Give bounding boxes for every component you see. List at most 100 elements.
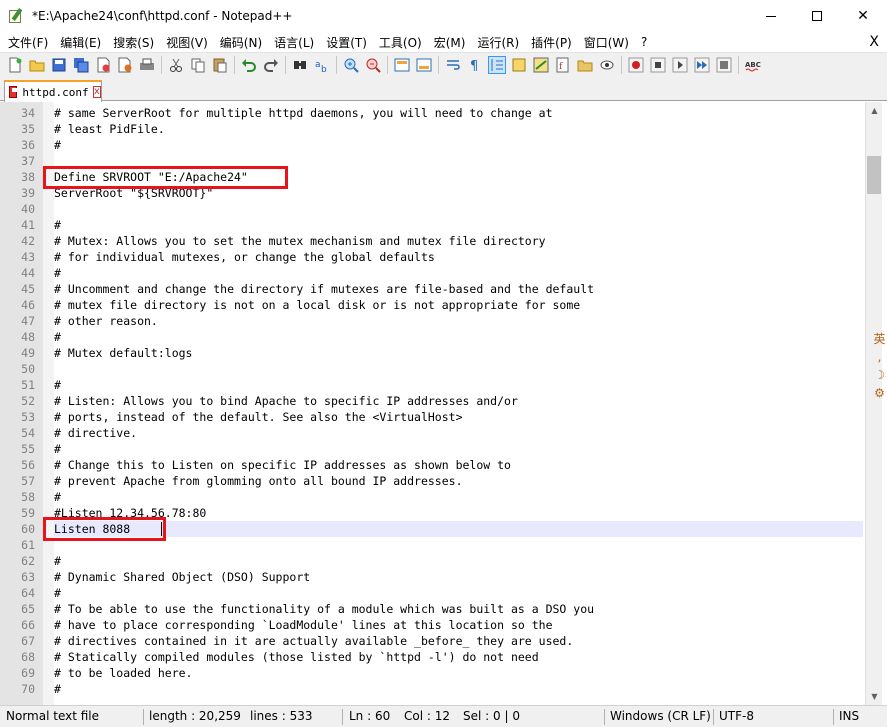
code-line[interactable]: # mutex file directory is not on a local… [54, 297, 580, 313]
code-line[interactable]: # [54, 265, 61, 281]
close-file-icon[interactable] [95, 57, 111, 73]
find-icon[interactable] [292, 57, 308, 73]
line-number: 44 [21, 266, 35, 280]
code-line[interactable]: # Dynamic Shared Object (DSO) Support [54, 569, 310, 585]
toolbar-separator [738, 55, 739, 74]
redo-icon[interactable] [263, 57, 279, 73]
code-line[interactable]: # Statically compiled modules (those lis… [54, 649, 539, 665]
doc-map-icon[interactable] [533, 57, 549, 73]
sync-vertical-icon[interactable] [394, 57, 410, 73]
sync-horizontal-icon[interactable] [416, 57, 432, 73]
save-all-icon[interactable] [73, 57, 89, 73]
show-all-chars-icon[interactable]: ¶ [467, 57, 483, 73]
code-line[interactable]: # prevent Apache from glomming onto all … [54, 473, 463, 489]
code-line[interactable]: # [54, 585, 61, 601]
code-line[interactable]: # [54, 553, 61, 569]
code-line[interactable]: # To be able to use the functionality of… [54, 601, 594, 617]
code-line[interactable]: # directive. [54, 425, 137, 441]
close-button[interactable]: ✕ [840, 0, 886, 32]
vertical-scrollbar[interactable]: ▲ ▼ [865, 102, 882, 705]
line-number: 41 [21, 218, 35, 232]
code-line[interactable]: # Uncomment and change the directory if … [54, 281, 594, 297]
status-divider [143, 709, 144, 725]
code-line[interactable]: # [54, 217, 61, 233]
menu-view[interactable]: 视图(V) [162, 34, 212, 51]
code-line[interactable]: # other reason. [54, 313, 158, 329]
word-wrap-icon[interactable] [445, 57, 461, 73]
indent-guide-icon[interactable] [488, 55, 506, 74]
code-line[interactable]: # Listen: Allows you to bind Apache to s… [54, 393, 518, 409]
code-line[interactable]: # least PidFile. [54, 121, 165, 137]
scroll-thumb[interactable] [867, 156, 881, 194]
code-line[interactable]: # [54, 377, 61, 393]
line-number: 66 [21, 618, 35, 632]
line-number: 48 [21, 330, 35, 344]
spell-check-icon[interactable]: ABC [745, 57, 761, 73]
menu-tools[interactable]: 工具(O) [375, 34, 426, 51]
line-number: 49 [21, 346, 35, 360]
menu-bar: 文件(F) 编辑(E) 搜索(S) 视图(V) 编码(N) 语言(L) 设置(T… [0, 32, 887, 52]
code-line[interactable]: # [54, 329, 61, 345]
zoom-in-icon[interactable] [343, 57, 359, 73]
code-line[interactable]: # for individual mutexes, or change the … [54, 249, 435, 265]
stop-macro-icon[interactable] [650, 57, 666, 73]
line-number: 58 [21, 490, 35, 504]
ime-toolbar[interactable]: 英 , ☽ ⚙ [872, 330, 887, 400]
menu-plugins[interactable]: 插件(P) [527, 34, 576, 51]
undo-icon[interactable] [241, 57, 257, 73]
code-line[interactable]: # ports, instead of the default. See als… [54, 409, 463, 425]
code-line[interactable]: # directives contained in it are actuall… [54, 633, 573, 649]
text-area[interactable]: # same ServerRoot for multiple httpd dae… [54, 102, 865, 705]
menu-search[interactable]: 搜索(S) [109, 34, 158, 51]
menu-window[interactable]: 窗口(W) [580, 34, 633, 51]
zoom-out-icon[interactable] [365, 57, 381, 73]
code-line[interactable]: # [54, 681, 61, 697]
save-icon[interactable] [51, 57, 67, 73]
line-number: 56 [21, 458, 35, 472]
run-macro-multiple-icon[interactable] [694, 57, 710, 73]
menu-edit[interactable]: 编辑(E) [56, 34, 105, 51]
minimize-button[interactable] [748, 0, 794, 32]
menu-help[interactable]: ? [637, 35, 651, 49]
editor[interactable]: 34 35 36 37 38 39 40 41 42 43 44 45 46 47 48 49 50 51 52 53… [0, 102, 887, 705]
menu-file[interactable]: 文件(F) [4, 34, 52, 51]
copy-icon[interactable] [190, 57, 206, 73]
play-macro-icon[interactable] [672, 57, 688, 73]
monitoring-icon[interactable] [599, 57, 615, 73]
open-file-icon[interactable] [29, 57, 45, 73]
code-line[interactable]: # to be loaded here. [54, 665, 192, 681]
save-macro-icon[interactable] [716, 57, 732, 73]
menu-settings[interactable]: 设置(T) [322, 34, 371, 51]
menu-encoding[interactable]: 编码(N) [216, 34, 266, 51]
paste-icon[interactable] [212, 57, 228, 73]
maximize-button[interactable] [794, 0, 840, 32]
code-line[interactable]: # [54, 441, 61, 457]
title-bar: *E:\Apache24\conf\httpd.conf - Notepad++… [0, 0, 887, 32]
code-line[interactable]: # Mutex default:logs [54, 345, 192, 361]
udl-icon[interactable] [511, 57, 527, 73]
close-document-button[interactable]: X [869, 32, 879, 52]
tab-close-icon[interactable]: x [92, 86, 101, 98]
code-line[interactable]: # Change this to Listen on specific IP a… [54, 457, 511, 473]
svg-text:¶: ¶ [470, 59, 478, 73]
code-line[interactable]: # Mutex: Allows you to set the mutex mec… [54, 233, 546, 249]
code-line[interactable]: # [54, 489, 61, 505]
scroll-up-arrow-icon[interactable]: ▲ [866, 102, 883, 119]
code-line[interactable]: # [54, 137, 61, 153]
cut-icon[interactable] [168, 57, 184, 73]
record-macro-icon[interactable] [628, 57, 644, 73]
folder-workspace-icon[interactable] [577, 57, 593, 73]
tab-httpd-conf[interactable]: httpd.conf x [4, 80, 102, 102]
menu-macro[interactable]: 宏(M) [430, 34, 470, 51]
menu-language[interactable]: 语言(L) [270, 34, 318, 51]
print-icon[interactable] [139, 57, 155, 73]
menu-run[interactable]: 运行(R) [473, 34, 523, 51]
code-line[interactable]: # same ServerRoot for multiple httpd dae… [54, 105, 553, 121]
replace-icon[interactable]: ab [314, 57, 330, 73]
code-line[interactable]: # have to place corresponding `LoadModul… [54, 617, 553, 633]
toolbar-separator [161, 55, 162, 74]
close-all-icon[interactable] [117, 57, 133, 73]
new-file-icon[interactable] [7, 57, 23, 73]
scroll-down-arrow-icon[interactable]: ▼ [866, 688, 883, 705]
function-list-icon[interactable]: f [555, 57, 571, 73]
